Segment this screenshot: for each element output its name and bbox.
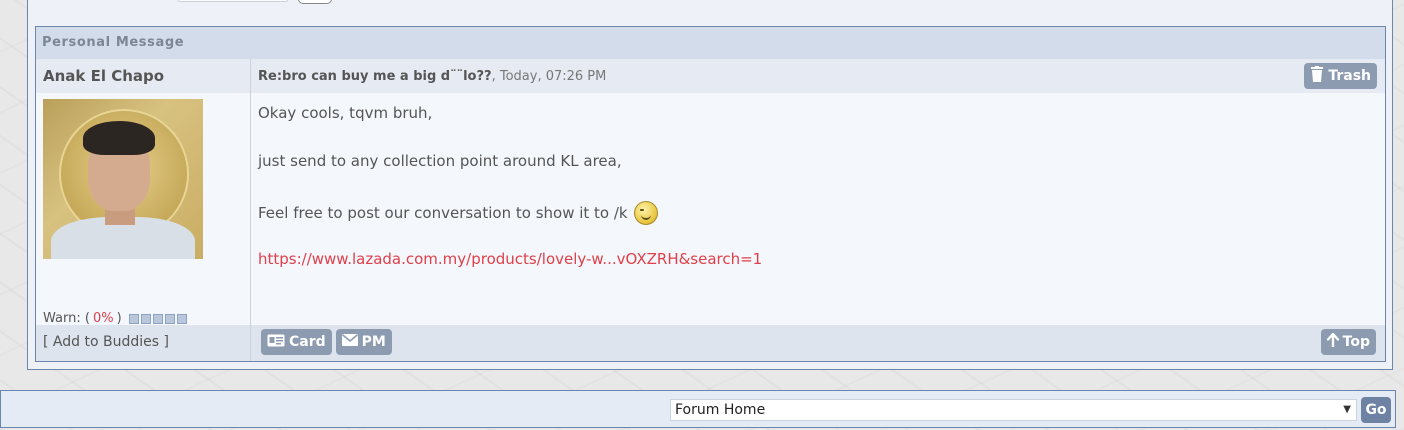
forum-jump-select[interactable]: Forum Home ▼: [670, 399, 1357, 421]
warn-meter: [128, 313, 187, 324]
message-column: Re:bro can buy me a big d¨¨lo??, Today, …: [251, 59, 1385, 361]
arrow-up-icon: [1326, 332, 1339, 351]
dropdown-caret-icon: ▼: [1343, 404, 1351, 415]
pm-label: PM: [361, 334, 386, 350]
message-link[interactable]: https://www.lazada.com.my/products/lovel…: [258, 251, 762, 267]
warn-meter-box: [176, 313, 187, 324]
message-line-3-wrap: Feel free to post our conversation to sh…: [258, 201, 658, 225]
trash-icon: [1310, 66, 1324, 86]
subject-line: Re:bro can buy me a big d¨¨lo??, Today, …: [258, 69, 606, 84]
message-footer: Card PM Top: [251, 325, 1385, 361]
warn-level: Warn: (0%): [43, 311, 187, 326]
warn-prefix: Warn: (: [43, 311, 90, 326]
message-header: Re:bro can buy me a big d¨¨lo??, Today, …: [251, 59, 1385, 93]
message-timestamp: , Today, 07:26 PM: [491, 69, 607, 84]
panel-title: Personal Message: [36, 27, 1385, 59]
author-header: Anak El Chapo: [36, 59, 250, 93]
wink-smiley-icon: [633, 201, 658, 225]
warn-meter-box: [140, 313, 151, 324]
avatar[interactable]: [43, 99, 203, 259]
top-label: Top: [1342, 334, 1370, 350]
page: Personal Message Anak El Chapo Warn: (0%…: [0, 0, 1404, 430]
forum-jump-value: Forum Home: [675, 402, 766, 418]
warn-suffix: ): [116, 311, 122, 326]
add-to-buddies-link[interactable]: [ Add to Buddies ]: [43, 334, 169, 350]
envelope-icon: [341, 334, 358, 350]
personal-message-box: Personal Message Anak El Chapo Warn: (0%…: [35, 26, 1386, 362]
top-button-stub[interactable]: [298, 0, 332, 4]
message-line-3: Feel free to post our conversation to sh…: [258, 204, 628, 222]
author-footer: [ Add to Buddies ]: [36, 325, 250, 361]
message-subject: Re:bro can buy me a big d¨¨lo??: [258, 69, 492, 84]
message-line-1: Okay cools, tqvm bruh,: [258, 104, 433, 122]
top-input-stub[interactable]: [178, 0, 288, 2]
trash-button[interactable]: Trash: [1304, 63, 1377, 89]
forum-jump-bar: Forum Home ▼ Go: [0, 390, 1396, 428]
card-button[interactable]: Card: [261, 329, 332, 355]
warn-meter-box: [164, 313, 175, 324]
message-line-2: just send to any collection point around…: [258, 152, 622, 170]
profile-buttons: Card PM: [261, 329, 392, 355]
warn-meter-box: [128, 313, 139, 324]
trash-label: Trash: [1328, 68, 1371, 84]
pm-button[interactable]: PM: [335, 329, 392, 355]
avatar-hair: [83, 121, 155, 155]
author-column: Anak El Chapo Warn: (0%) [Add to Buddie…: [36, 59, 251, 361]
go-button[interactable]: Go: [1361, 397, 1391, 423]
top-button[interactable]: Top: [1320, 329, 1376, 355]
author-name[interactable]: Anak El Chapo: [43, 67, 164, 85]
card-label: Card: [289, 334, 326, 350]
warn-percent: 0%: [92, 311, 114, 326]
id-card-icon: [267, 334, 285, 351]
warn-meter-box: [152, 313, 163, 324]
